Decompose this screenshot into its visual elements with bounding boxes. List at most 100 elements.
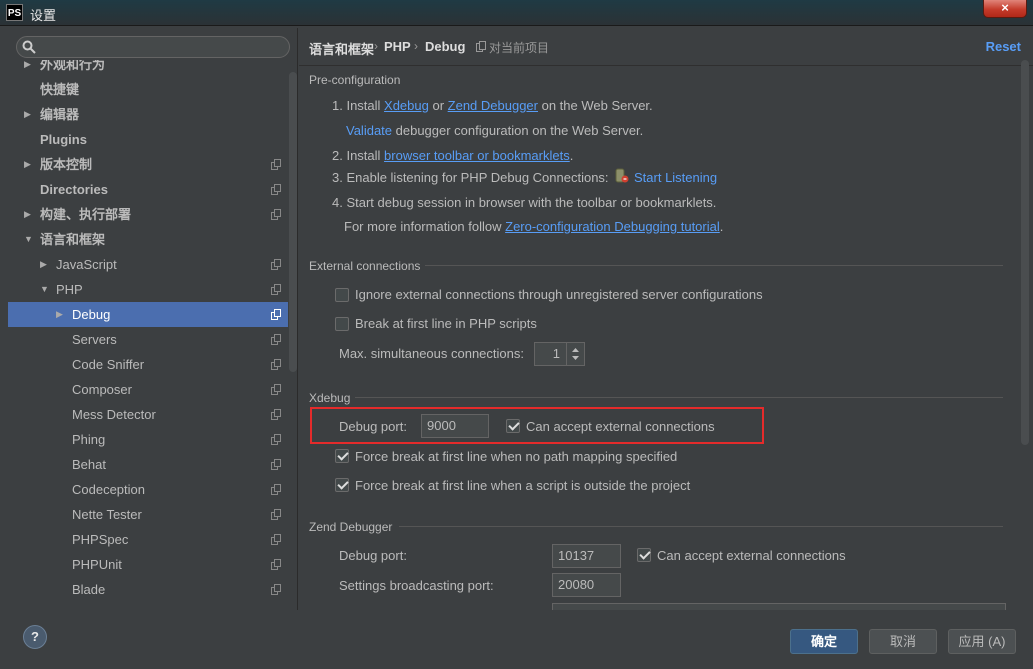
settings-content: 语言和框架 › PHP › Debug 对当前项目 Reset Pre-conf… — [299, 28, 1033, 610]
xdebug-accept-external-checkbox[interactable] — [506, 419, 520, 433]
project-settings-icon — [271, 359, 281, 370]
project-settings-icon — [271, 384, 281, 395]
sidebar-item-plugins[interactable]: Plugins — [8, 127, 288, 152]
sidebar-item-composer[interactable]: Composer — [8, 377, 288, 402]
sidebar-item-phpunit[interactable]: PHPUnit — [8, 552, 288, 577]
spinner-buttons[interactable] — [566, 343, 584, 365]
sidebar-item-build-execution-deployment[interactable]: ▶ 构建、执行部署 — [8, 202, 288, 227]
break-first-line-label: Break at first line in PHP scripts — [355, 316, 537, 331]
step3-text: 3. Enable listening for PHP Debug Connec… — [332, 170, 609, 185]
breadcrumb-debug: Debug — [425, 39, 466, 54]
sidebar-item-codeception[interactable]: Codeception — [8, 477, 288, 502]
reset-link[interactable]: Reset — [986, 39, 1021, 54]
spinner-arrows-icon — [572, 348, 579, 360]
project-settings-icon — [271, 484, 281, 495]
max-connections-spinner[interactable]: 1 — [534, 342, 585, 366]
content-scrollbar[interactable] — [1021, 60, 1029, 445]
sidebar-item-phpspec[interactable]: PHPSpec — [8, 527, 288, 552]
collapsed-arrow-icon[interactable]: ▶ — [24, 102, 31, 127]
max-connections-label: Max. simultaneous connections: — [339, 346, 524, 361]
sidebar-item-behat[interactable]: Behat — [8, 452, 288, 477]
project-settings-icon — [271, 409, 281, 420]
browser-toolbar-link[interactable]: browser toolbar or bookmarklets — [384, 148, 570, 163]
sidebar-item-phing[interactable]: Phing — [8, 427, 288, 452]
validate-link[interactable]: Validate — [346, 123, 392, 138]
project-settings-icon — [271, 159, 281, 170]
sidebar-item-version-control[interactable]: ▶ 版本控制 — [8, 152, 288, 177]
help-button[interactable]: ? — [23, 625, 47, 649]
sidebar-item-label: Code Sniffer — [72, 357, 145, 372]
sidebar-item-blade[interactable]: Blade — [8, 577, 288, 602]
xdebug-link[interactable]: Xdebug — [384, 98, 429, 113]
project-scope-icon — [476, 41, 486, 52]
section-divider — [425, 265, 1003, 266]
collapsed-arrow-icon[interactable]: ▶ — [40, 252, 47, 277]
expanded-arrow-icon[interactable]: ▼ — [40, 277, 49, 302]
search-icon — [22, 40, 36, 54]
sidebar-item-php[interactable]: ▼ PHP — [8, 277, 288, 302]
force-break-outside-checkbox[interactable] — [335, 478, 349, 492]
project-settings-icon — [271, 184, 281, 195]
collapsed-arrow-icon[interactable]: ▶ — [24, 60, 31, 77]
zend-broadcast-port-input[interactable]: 20080 — [552, 573, 621, 597]
zend-debugger-title: Zend Debugger — [309, 520, 393, 534]
force-break-no-mapping-checkbox[interactable] — [335, 449, 349, 463]
sidebar-item-editor[interactable]: ▶ 编辑器 — [8, 102, 288, 127]
zero-config-tutorial-link[interactable]: Zero-configuration Debugging tutorial — [505, 219, 720, 234]
zend-port-input[interactable]: 10137 — [552, 544, 621, 568]
sidebar-item-label: PHPUnit — [72, 557, 122, 572]
sidebar-item-label: Nette Tester — [72, 507, 142, 522]
sidebar-item-javascript[interactable]: ▶ JavaScript — [8, 252, 288, 277]
sidebar-item-languages-frameworks[interactable]: ▼ 语言和框架 — [8, 227, 288, 252]
apply-button[interactable]: 应用 (A) — [948, 629, 1016, 654]
sidebar-item-debug[interactable]: ▶ Debug — [8, 302, 288, 327]
project-settings-icon — [271, 434, 281, 445]
xdebug-port-input[interactable]: 9000 — [421, 414, 489, 438]
zend-accept-external-checkbox[interactable] — [637, 548, 651, 562]
step1-text: 1. Install — [332, 98, 385, 113]
collapsed-arrow-icon[interactable]: ▶ — [24, 152, 31, 177]
ok-button[interactable]: 确定 — [790, 629, 858, 654]
preconfig-step4: 4. Start debug session in browser with t… — [332, 195, 716, 210]
title-bar: PS 设置 × — [0, 0, 1033, 26]
max-connections-value: 1 — [552, 346, 560, 361]
settings-search-input[interactable] — [16, 36, 290, 58]
ignore-external-checkbox[interactable] — [335, 288, 349, 302]
breadcrumb-separator: › — [374, 39, 378, 53]
zend-partial-field[interactable] — [552, 603, 1006, 610]
dialog-footer: ? 确定 取消 应用 (A) — [0, 610, 1033, 669]
sidebar-scrollbar[interactable] — [289, 72, 297, 372]
sidebar-item-directories[interactable]: Directories — [8, 177, 288, 202]
preconfig-step3: 3. Enable listening for PHP Debug Connec… — [332, 170, 609, 185]
project-settings-icon — [271, 309, 281, 320]
sidebar-item-servers[interactable]: Servers — [8, 327, 288, 352]
collapsed-arrow-icon[interactable]: ▶ — [24, 202, 31, 227]
start-listening-link[interactable]: Start Listening — [634, 170, 717, 185]
zend-debugger-link[interactable]: Zend Debugger — [448, 98, 538, 113]
step2-text: 2. Install — [332, 148, 385, 163]
phone-listen-icon[interactable] — [613, 168, 629, 184]
sidebar-item-label: Debug — [72, 307, 111, 322]
more-info-rest: . — [719, 219, 724, 234]
preconfig-step1: 1. Install Xdebug or Zend Debugger on th… — [332, 98, 653, 113]
preconfig-more-info: For more information follow Zero-configu… — [344, 219, 723, 234]
break-first-line-checkbox[interactable] — [335, 317, 349, 331]
settings-sidebar: ▶ 外观和行为 快捷键 ▶ 编辑器 Plugins ▶ 版本控制 Directories ▶ 构建、… — [8, 28, 298, 610]
sidebar-item-nette-tester[interactable]: Nette Tester — [8, 502, 288, 527]
sidebar-item-label: PHPSpec — [72, 532, 129, 547]
sidebar-item-code-sniffer[interactable]: Code Sniffer — [8, 352, 288, 377]
sidebar-item-mess-detector[interactable]: Mess Detector — [8, 402, 288, 427]
force-break-no-mapping-label: Force break at first line when no path m… — [355, 449, 678, 464]
sidebar-item-keymap[interactable]: 快捷键 — [8, 77, 288, 102]
sidebar-item-label: Mess Detector — [72, 407, 156, 422]
collapsed-arrow-icon[interactable]: ▶ — [56, 302, 63, 327]
breadcrumb-separator: › — [414, 39, 418, 53]
expanded-arrow-icon[interactable]: ▼ — [24, 227, 33, 252]
breadcrumb-php: PHP — [384, 39, 411, 54]
close-window-button[interactable]: × — [983, 0, 1027, 18]
preconfig-validate: Validate debugger configuration on the W… — [346, 123, 643, 138]
sidebar-item-appearance[interactable]: ▶ 外观和行为 — [8, 60, 288, 77]
settings-tree: ▶ 外观和行为 快捷键 ▶ 编辑器 Plugins ▶ 版本控制 Directories ▶ 构建、… — [8, 60, 298, 610]
cancel-button[interactable]: 取消 — [869, 629, 937, 654]
project-scope-note: 对当前项目 — [489, 41, 550, 55]
